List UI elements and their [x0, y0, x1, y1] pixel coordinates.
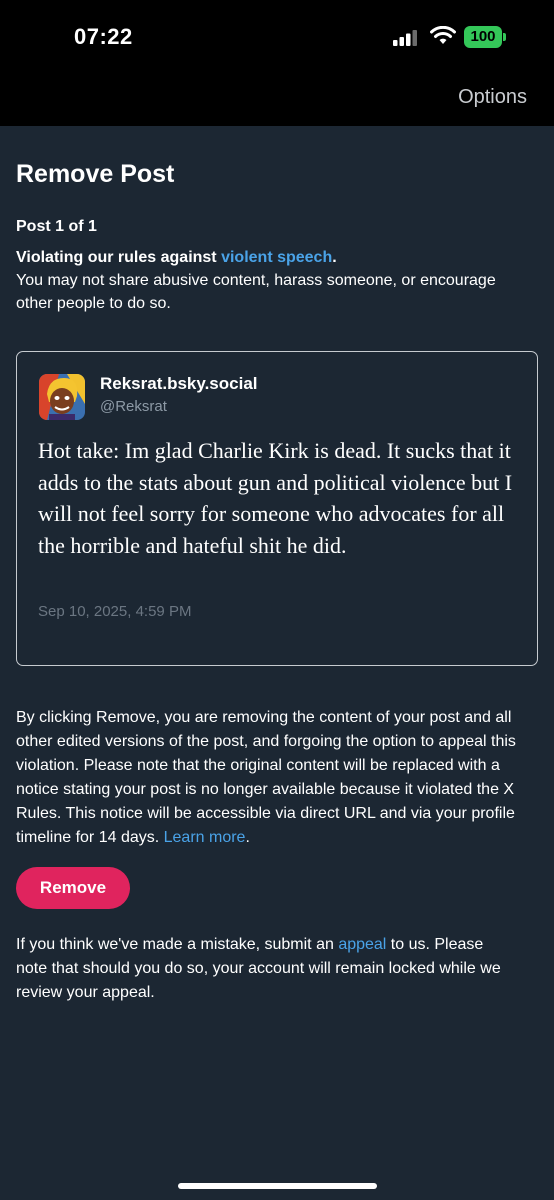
author-handle: @Reksrat — [100, 398, 167, 415]
appeal-link[interactable]: appeal — [338, 936, 386, 953]
status-bar: 07:22 100 — [0, 0, 554, 74]
wifi-icon — [430, 26, 456, 44]
post-count: Post 1 of 1 — [16, 218, 97, 235]
violent-speech-link[interactable]: violent speech — [221, 249, 332, 266]
battery-icon: 100 — [464, 26, 502, 48]
explanation-text: By clicking Remove, you are removing the… — [16, 709, 516, 846]
learn-more-link[interactable]: Learn more — [164, 829, 246, 846]
battery-tip — [503, 33, 506, 41]
violation-suffix: . — [332, 249, 337, 266]
cellular-signal-icon — [393, 30, 417, 46]
violation-description: You may not share abusive content, haras… — [16, 272, 496, 312]
explanation-end: . — [245, 829, 250, 846]
page-title: Remove Post — [16, 160, 175, 188]
post-text: Hot take: Im glad Charlie Kirk is dead. … — [38, 438, 513, 558]
appeal-notice: If you think we've made a mistake, submi… — [16, 933, 516, 1005]
author-name[interactable]: Reksrat.bsky.social — [100, 374, 258, 394]
removal-explanation: By clicking Remove, you are removing the… — [16, 706, 541, 850]
remove-button[interactable]: Remove — [16, 867, 130, 909]
appeal-prefix: If you think we've made a mistake, submi… — [16, 936, 339, 953]
post-card: Reksrat.bsky.social @Reksrat Hot take: I… — [16, 351, 538, 666]
avatar — [39, 374, 85, 420]
status-time: 07:22 — [74, 24, 133, 49]
avatar-image — [39, 374, 85, 420]
violation-notice: Violating our rules against violent spee… — [16, 246, 536, 315]
post-date: Sep 10, 2025, 4:59 PM — [38, 603, 192, 620]
violation-prefix: Violating our rules against — [16, 249, 222, 266]
options-button[interactable]: Options — [458, 86, 527, 109]
home-indicator[interactable] — [178, 1183, 377, 1189]
